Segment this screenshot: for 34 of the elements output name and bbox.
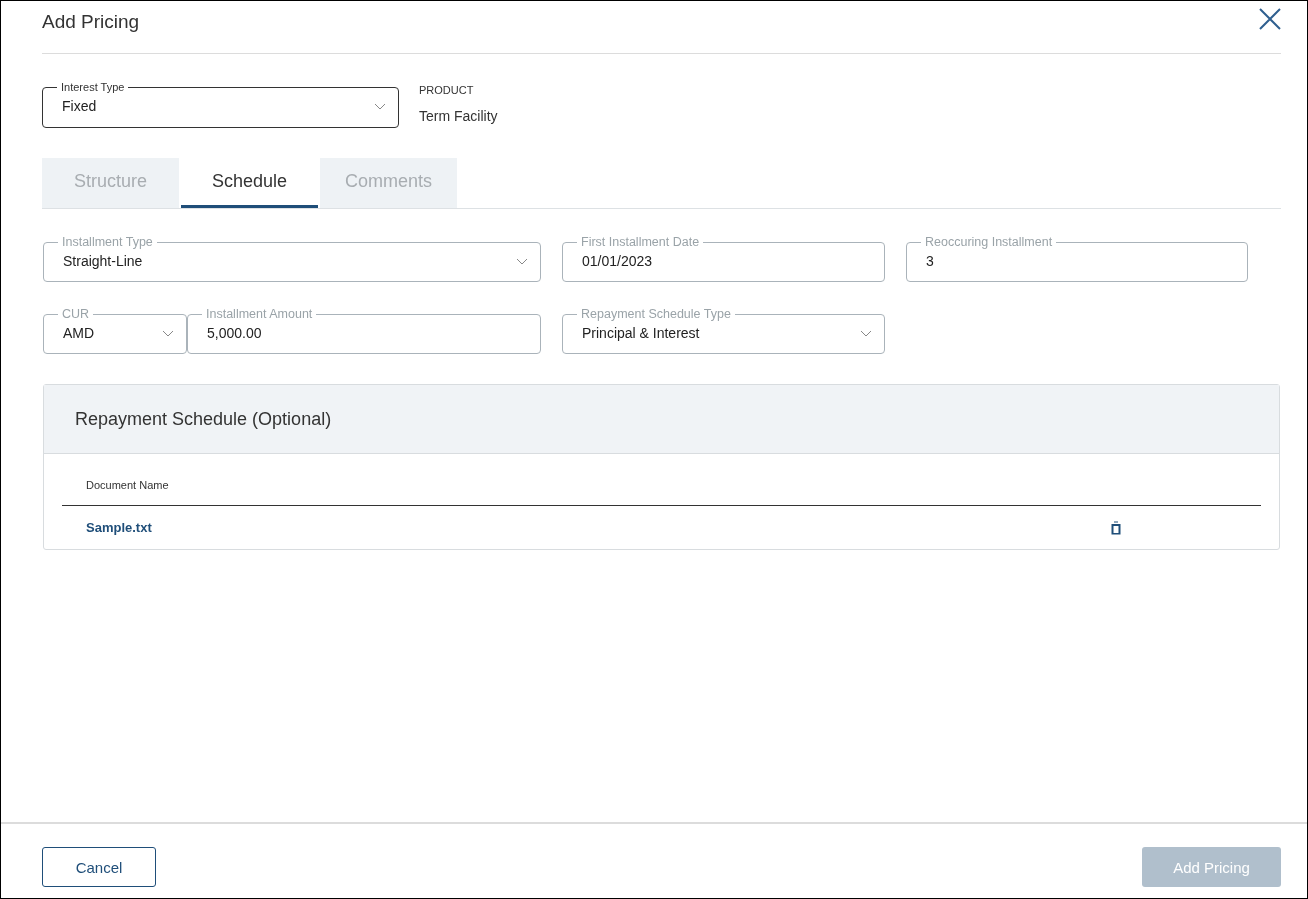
field-value: Principal & Interest bbox=[582, 325, 700, 341]
field-value: Fixed bbox=[62, 98, 97, 114]
field-label: Reoccuring Installment bbox=[924, 235, 1054, 249]
product-label: PRODUCT bbox=[419, 84, 475, 96]
field-value: AMD bbox=[63, 325, 95, 341]
column-header: Document Name bbox=[86, 479, 169, 491]
field-label: First Installment Date bbox=[580, 235, 701, 249]
cancel-button[interactable]: Cancel bbox=[42, 847, 156, 887]
field-value: 01/01/2023 bbox=[582, 253, 653, 269]
field-label: Interest Type bbox=[60, 81, 126, 93]
document-link[interactable]: Sample.txt bbox=[86, 520, 152, 535]
input-field[interactable]: Installment Amount 5,000.00 bbox=[187, 307, 541, 354]
field-label: Installment Amount bbox=[205, 307, 314, 321]
field-label: Installment Type bbox=[61, 235, 154, 249]
dropdown[interactable]: Installment Type Straight-Line bbox=[43, 235, 541, 282]
card-title: Repayment Schedule (Optional) bbox=[75, 408, 332, 430]
close-icon[interactable] bbox=[1259, 8, 1281, 30]
chevron-down-icon bbox=[374, 102, 386, 110]
dropdown[interactable]: CUR AMD bbox=[43, 307, 187, 354]
field-label: CUR bbox=[61, 307, 91, 321]
field-value: 3 bbox=[926, 253, 934, 269]
product-value: Term Facility bbox=[419, 108, 498, 124]
dropdown[interactable]: Repayment Schedule Type Principal & Interest bbox=[562, 307, 885, 354]
delete-icon[interactable] bbox=[1110, 520, 1122, 535]
chevron-down-icon bbox=[162, 329, 174, 337]
interest-type-dropdown[interactable]: Interest Type Fixed bbox=[42, 81, 399, 128]
field-value: Straight-Line bbox=[63, 253, 143, 269]
dialog-title: Add Pricing bbox=[42, 11, 140, 33]
field-value: 5,000.00 bbox=[207, 325, 262, 341]
field-label: Repayment Schedule Type bbox=[580, 307, 732, 321]
chevron-down-icon bbox=[860, 329, 872, 337]
input-field[interactable]: First Installment Date 01/01/2023 bbox=[562, 235, 885, 282]
input-field[interactable]: Reoccuring Installment 3 bbox=[906, 235, 1248, 282]
chevron-down-icon bbox=[516, 257, 528, 265]
